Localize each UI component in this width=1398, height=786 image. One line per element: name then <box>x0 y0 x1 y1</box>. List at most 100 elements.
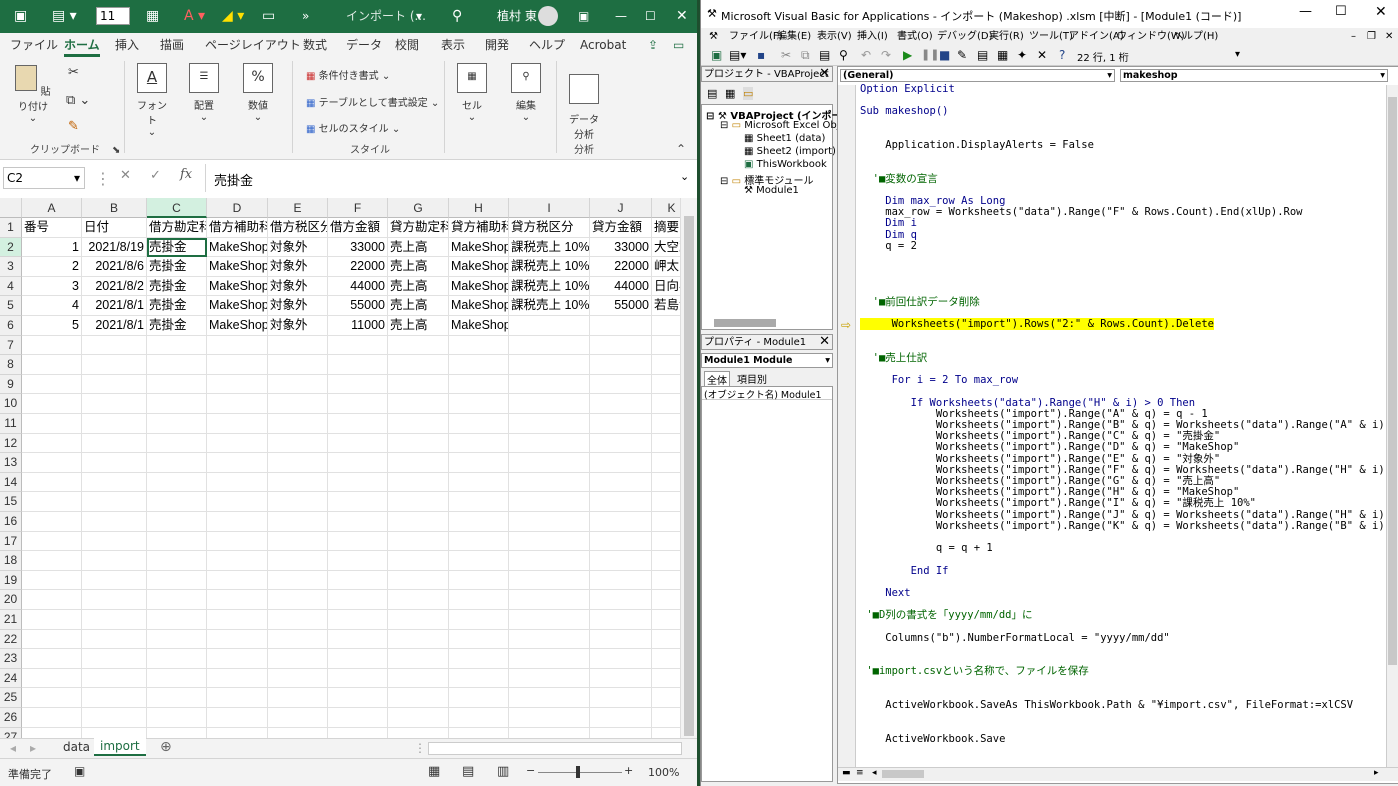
cell[interactable] <box>268 708 328 728</box>
cell[interactable] <box>388 512 449 532</box>
column-header[interactable]: C <box>147 198 207 218</box>
cell[interactable] <box>207 512 268 532</box>
cell[interactable]: 課税売上 10% <box>509 237 590 258</box>
vba-menu-item[interactable]: ヘルプ(H) <box>1173 28 1218 46</box>
row-header[interactable]: 22 <box>0 629 22 650</box>
cell[interactable] <box>328 531 388 552</box>
cell[interactable] <box>509 414 590 434</box>
vertical-scrollbar[interactable] <box>680 198 697 738</box>
cell[interactable] <box>509 531 590 552</box>
cell[interactable] <box>207 531 268 552</box>
cell[interactable] <box>268 335 328 356</box>
row-header[interactable]: 15 <box>0 492 22 512</box>
cell[interactable]: 借方勘定科 <box>147 218 207 238</box>
code-line[interactable]: '■変数の宣言 <box>860 173 938 185</box>
cell[interactable]: 課税売上 10% <box>509 276 590 297</box>
cell[interactable]: 貸方金額 <box>590 218 652 238</box>
expand-formula-icon[interactable]: ⌄ <box>680 170 689 183</box>
tab-page-layout[interactable]: ページレイアウト <box>205 33 301 57</box>
cell[interactable] <box>449 629 509 650</box>
row-header[interactable]: 13 <box>0 453 22 473</box>
column-header[interactable]: J <box>590 198 652 218</box>
data-analysis-button[interactable]: データ 分析 <box>566 63 602 141</box>
cell[interactable] <box>268 570 328 591</box>
code-line[interactable]: '■import.csvという名称で、ファイルを保存 <box>860 666 1088 677</box>
vba-close-icon[interactable]: ✕ <box>1375 4 1387 20</box>
cell[interactable] <box>590 374 652 395</box>
cell[interactable] <box>147 512 207 532</box>
cell[interactable] <box>207 453 268 473</box>
cell[interactable] <box>590 629 652 650</box>
code-line[interactable]: '■D列の書式を「yyyy/mm/dd」に <box>860 610 1032 621</box>
cell[interactable] <box>22 708 82 728</box>
code-line[interactable]: Option Explicit <box>860 84 955 95</box>
cell[interactable] <box>388 492 449 512</box>
cell[interactable] <box>449 453 509 473</box>
page-break-view-icon[interactable]: ▥ <box>497 764 509 779</box>
row-header[interactable]: 18 <box>0 551 22 571</box>
cell[interactable]: MakeShop <box>207 316 268 336</box>
cell[interactable]: 借方補助科 <box>207 218 268 238</box>
cell[interactable] <box>268 374 328 395</box>
code-hscrollbar[interactable]: ▬ ≡ ◂ ▸ <box>838 767 1398 781</box>
share-icon[interactable]: ⇪ <box>648 33 658 57</box>
cell[interactable]: 売上高 <box>388 237 449 258</box>
spreadsheet-grid[interactable]: A B C D E F G H I J K 1 番号 日付 借方勘定科 借方補助科 借方税区分 借方金額 貸方勘定科… <box>0 198 697 748</box>
code-hscroll-thumb[interactable] <box>882 770 924 778</box>
cell[interactable] <box>449 335 509 356</box>
cell[interactable] <box>509 433 590 454</box>
row-header[interactable]: 8 <box>0 355 22 375</box>
cell[interactable] <box>509 570 590 591</box>
cell[interactable] <box>590 355 652 375</box>
horizontal-scrollbar[interactable] <box>428 742 682 755</box>
cell[interactable] <box>328 512 388 532</box>
cut-icon[interactable]: ✂ <box>68 65 79 80</box>
code-line[interactable]: Worksheets("import").Range("D" & q) = "M… <box>860 442 1239 453</box>
cell[interactable]: 売掛金 <box>147 257 207 277</box>
toggle-folders-icon[interactable]: ▭ <box>743 87 754 100</box>
view-object-icon[interactable]: ▦ <box>725 87 735 100</box>
cell[interactable] <box>268 453 328 473</box>
prev-sheet-icon[interactable]: ◂ <box>10 741 16 755</box>
cell[interactable] <box>449 708 509 728</box>
save-icon[interactable]: ▤ ▾ <box>52 0 77 33</box>
cell[interactable] <box>509 668 590 689</box>
cell[interactable] <box>147 590 207 610</box>
cell[interactable]: 対象外 <box>268 316 328 336</box>
cell[interactable] <box>82 453 147 473</box>
cell[interactable] <box>147 668 207 689</box>
vba-menu-item[interactable]: ツール(T) <box>1029 28 1073 46</box>
code-line[interactable]: ActiveWorkbook.Save <box>860 733 1005 745</box>
macro-record-icon[interactable]: ▣ <box>74 764 85 778</box>
font-size-box[interactable]: 11 <box>96 7 130 25</box>
folder-icon[interactable]: ▭ <box>262 0 275 33</box>
cell[interactable]: 対象外 <box>268 257 328 277</box>
cell[interactable] <box>328 649 388 669</box>
page-layout-view-icon[interactable]: ▤ <box>462 764 474 779</box>
cell[interactable] <box>328 688 388 708</box>
cell[interactable] <box>449 570 509 591</box>
cell[interactable]: 売上高 <box>388 296 449 316</box>
cell[interactable] <box>590 335 652 356</box>
cell[interactable] <box>207 629 268 650</box>
row-header[interactable]: 24 <box>0 668 22 689</box>
cell[interactable]: 1 <box>22 237 82 258</box>
cell[interactable]: 売掛金 <box>147 316 207 336</box>
cell[interactable]: MakeShop <box>207 237 268 258</box>
view-excel-icon[interactable]: ▣ <box>711 48 722 62</box>
property-row-name[interactable]: (オブジェクト名) Module1 <box>702 387 832 401</box>
vba-paste-icon[interactable]: ▤ <box>819 48 830 62</box>
conditional-format-button[interactable]: ▦ 条件付き書式 ⌄ <box>306 67 390 82</box>
tab-help[interactable]: ヘルプ <box>529 33 565 57</box>
cell[interactable]: 売掛金 <box>147 276 207 297</box>
close-icon[interactable]: ✕ <box>676 0 688 33</box>
copy-icon[interactable]: ⧉ ⌄ <box>66 93 90 108</box>
cell[interactable] <box>388 472 449 493</box>
break-icon[interactable]: ❚❚ <box>921 48 939 61</box>
more-icon[interactable]: » <box>302 0 309 33</box>
cell[interactable] <box>449 394 509 414</box>
cell[interactable] <box>328 492 388 512</box>
cell[interactable] <box>328 472 388 493</box>
name-box[interactable]: C2 ▾ <box>3 167 85 189</box>
cell[interactable] <box>268 688 328 708</box>
